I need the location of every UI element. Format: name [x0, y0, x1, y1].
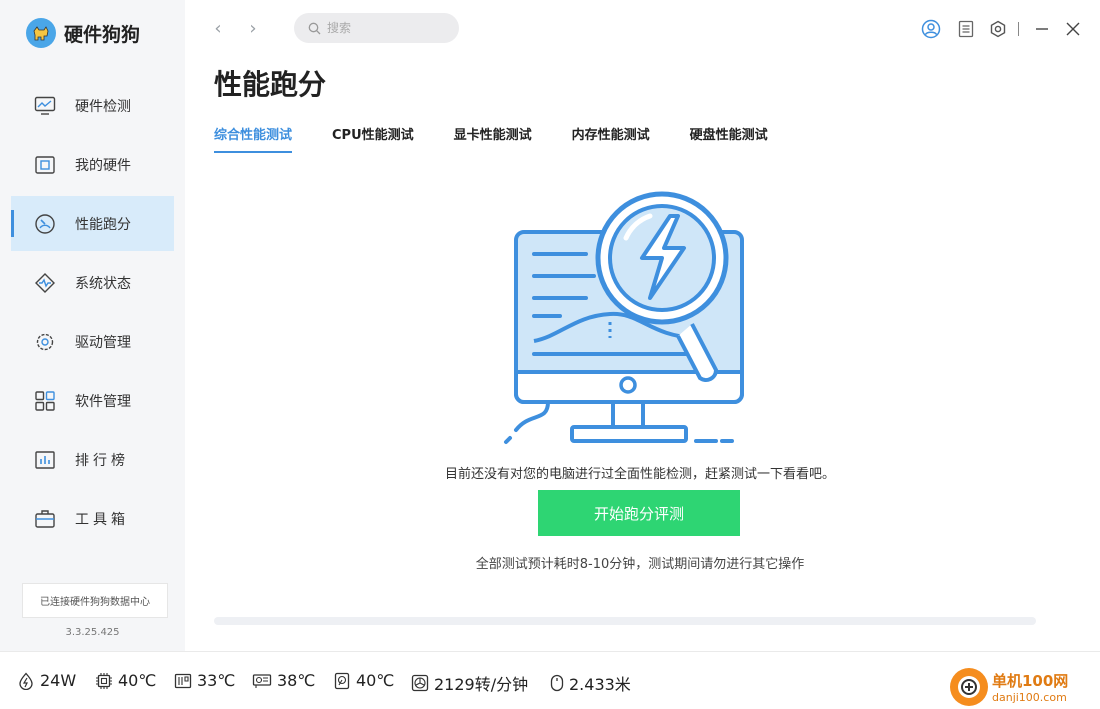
forward-arrow-icon[interactable]: › [245, 18, 261, 40]
toolbox-icon [33, 507, 57, 531]
dog-logo-icon [26, 18, 56, 48]
benchmark-duration-hint: 全部测试预计耗时8-10分钟，测试期间请勿进行其它操作 [475, 557, 805, 572]
sidebar-item-label: 排行榜 [75, 452, 129, 469]
back-arrow-icon[interactable]: ‹ [210, 18, 226, 40]
sidebar-item-hardware-detect[interactable]: 硬件检测 [11, 78, 174, 133]
tab-gpu-benchmark[interactable]: 显卡性能测试 [454, 124, 532, 153]
empty-state-message: 目前还没有对您的电脑进行过全面性能检测，赶紧测试一下看看吧。 [444, 467, 835, 482]
power-stat: 24W [17, 671, 76, 690]
mouse-distance-value: 2.433米 [569, 675, 631, 694]
speedometer-icon [33, 212, 57, 236]
gpu-card-icon [252, 673, 272, 688]
disk-temp-value: 40℃ [356, 671, 395, 690]
sidebar-item-benchmark[interactable]: 性能跑分 [11, 196, 174, 251]
tab-disk-benchmark[interactable]: 硬盘性能测试 [690, 124, 768, 153]
toolbar-divider [1018, 22, 1019, 36]
user-account-icon[interactable] [920, 18, 942, 40]
sidebar-item-label: 驱动管理 [75, 334, 131, 351]
close-icon[interactable] [1062, 18, 1084, 40]
search-box[interactable] [294, 13, 459, 43]
app-logo: 硬件狗狗 [26, 18, 140, 48]
board-temp-value: 33℃ [197, 671, 236, 690]
apps-grid-icon [33, 389, 57, 413]
board-temp-stat: 33℃ [174, 671, 235, 690]
start-benchmark-button[interactable]: 开始跑分评测 [538, 490, 740, 536]
gpu-temp-stat: 38℃ [252, 671, 315, 690]
hard-disk-icon [334, 672, 350, 689]
watermark-logo-icon [950, 667, 988, 706]
sidebar-nav: 硬件检测 我的硬件 性能跑分 系统状态 驱动管理 软件管理 排行榜 工具箱 [11, 78, 174, 550]
tab-cpu-benchmark[interactable]: CPU性能测试 [332, 124, 414, 153]
settings-icon[interactable] [987, 18, 1009, 40]
search-input[interactable] [327, 21, 447, 35]
sidebar-item-system-status[interactable]: 系统状态 [11, 255, 174, 310]
sidebar-item-driver-manager[interactable]: 驱动管理 [11, 314, 174, 369]
motherboard-icon [174, 673, 192, 688]
mouse-distance-stat: 2.433米 [550, 671, 631, 695]
watermark-url: danji100.com [992, 690, 1067, 704]
sidebar-item-label: 系统状态 [75, 275, 131, 292]
page-title: 性能跑分 [214, 68, 327, 101]
sidebar-item-label: 我的硬件 [75, 157, 131, 174]
tab-overall-benchmark[interactable]: 综合性能测试 [214, 124, 293, 153]
gpu-temp-value: 38℃ [277, 671, 316, 690]
cpu-temp-stat: 40℃ [95, 671, 156, 690]
sidebar-item-label: 软件管理 [75, 393, 131, 410]
pulse-icon [33, 271, 57, 295]
sidebar: 硬件狗狗 硬件检测 我的硬件 性能跑分 系统状态 驱动管理 软件管理 排行榜 工… [0, 0, 185, 651]
monitor-chart-icon [33, 94, 57, 118]
status-bar: 24W 40℃ 33℃ 38℃ 40℃ 2129转/分钟 2.433米 [0, 651, 1100, 709]
bar-chart-icon [33, 448, 57, 472]
fan-speed-value: 2129转/分钟 [434, 675, 529, 694]
data-center-status[interactable]: 已连接硬件狗狗数据中心 [22, 583, 168, 618]
cpu-icon [96, 672, 112, 689]
monitor-magnifier-illustration [500, 186, 760, 448]
app-title: 硬件狗狗 [64, 23, 141, 46]
mouse-icon [550, 674, 564, 692]
sidebar-item-label: 工具箱 [75, 511, 129, 528]
chip-board-icon [33, 153, 57, 177]
fan-speed-stat: 2129转/分钟 [411, 671, 528, 695]
benchmark-tabs: 综合性能测试 CPU性能测试 显卡性能测试 内存性能测试 硬盘性能测试 [214, 124, 808, 153]
app-version: 3.3.25.425 [65, 627, 120, 638]
sidebar-item-toolbox[interactable]: 工具箱 [11, 491, 174, 546]
cpu-temp-value: 40℃ [118, 671, 157, 690]
tab-memory-benchmark[interactable]: 内存性能测试 [572, 124, 650, 153]
fan-icon [411, 674, 429, 692]
gear-icon [33, 330, 57, 354]
notes-icon[interactable] [955, 18, 977, 40]
watermark-name: 单机100网 [992, 671, 1069, 690]
sidebar-item-label: 硬件检测 [75, 98, 131, 115]
sidebar-item-ranking[interactable]: 排行榜 [11, 432, 174, 487]
search-icon [308, 22, 321, 34]
sidebar-item-my-hardware[interactable]: 我的硬件 [11, 137, 174, 192]
site-watermark: 单机100网 danji100.com [950, 664, 1100, 709]
minimize-icon[interactable] [1031, 18, 1053, 40]
benchmark-progress-bar [214, 617, 1036, 625]
power-drop-icon [19, 672, 33, 690]
sidebar-item-software-manager[interactable]: 软件管理 [11, 373, 174, 428]
power-value: 24W [40, 671, 77, 690]
sidebar-item-label: 性能跑分 [75, 216, 131, 233]
disk-temp-stat: 40℃ [333, 671, 394, 690]
